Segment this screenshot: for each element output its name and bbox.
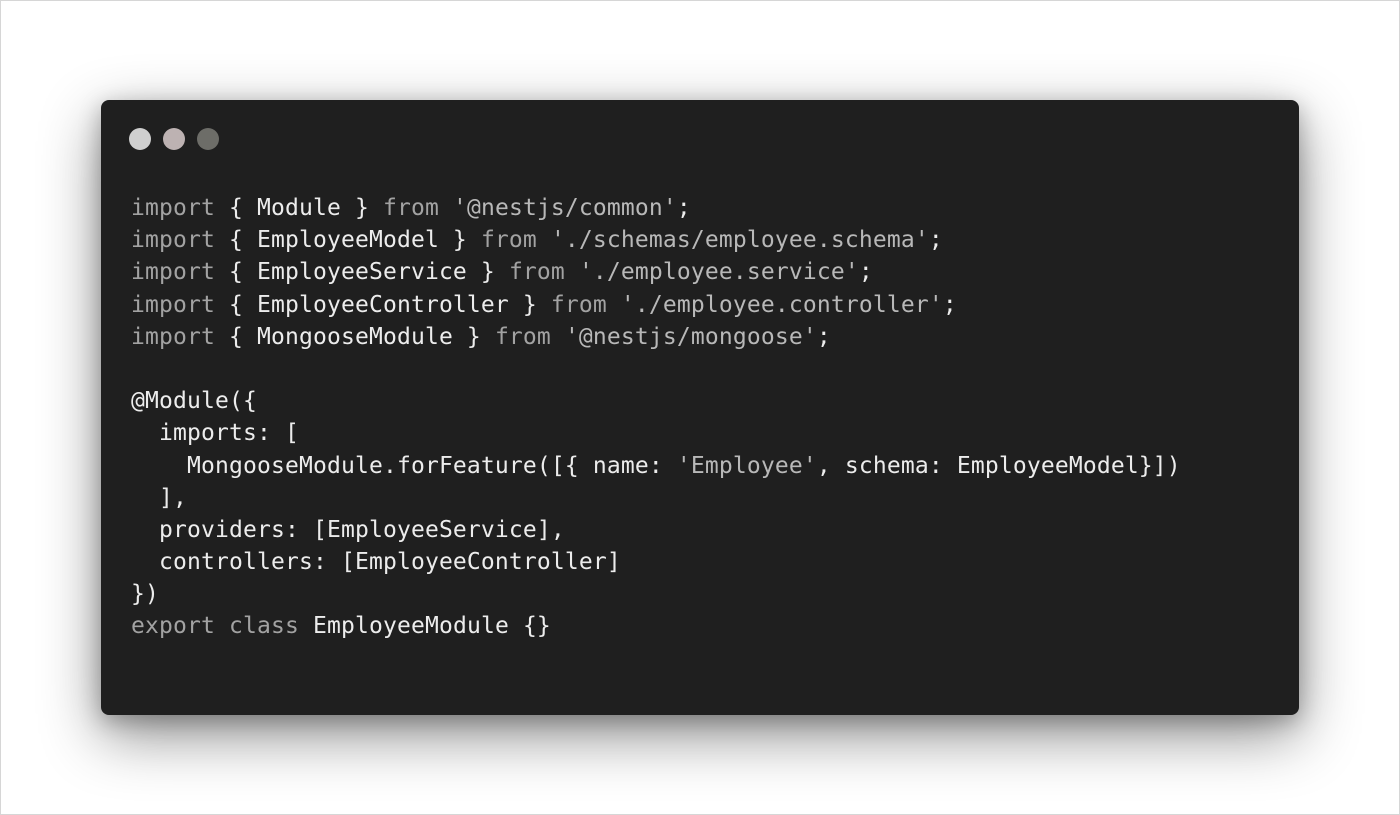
code-token-plain: }) (131, 581, 159, 608)
code-line: import { MongooseModule } from '@nestjs/… (131, 321, 1181, 353)
code-token-plain: { MongooseModule } (214, 323, 495, 350)
code-line: import { Module } from '@nestjs/common'; (131, 192, 1181, 224)
code-token-plain: ], (131, 484, 187, 511)
code-line: imports: [ (131, 417, 1181, 449)
code-line: controllers: [EmployeeController] (131, 546, 1181, 578)
code-token-plain: { EmployeeModel } (214, 227, 481, 254)
close-dot-icon (129, 128, 151, 150)
code-token-keyword: from (494, 323, 551, 350)
code-token-plain: @Module({ (131, 388, 257, 415)
code-token-plain: imports: [ (131, 420, 299, 447)
code-token-plain: controllers: [EmployeeController] (131, 549, 621, 576)
code-token-keyword: import (131, 259, 215, 286)
code-line: MongooseModule.forFeature([{ name: 'Empl… (131, 450, 1181, 482)
code-token-plain: { Module } (214, 195, 383, 221)
code-token-keyword: import (131, 291, 215, 318)
code-token-keyword: from (508, 259, 565, 286)
code-line: }) (131, 578, 1181, 610)
code-token-plain: MongooseModule.forFeature([{ name: (131, 452, 677, 479)
code-token-plain: { EmployeeService } (214, 259, 509, 286)
code-line: import { EmployeeModel } from './schemas… (131, 224, 1181, 256)
code-token-plain: ; (676, 195, 691, 221)
code-token-string: 'Employee' (676, 452, 817, 479)
code-token-plain: , schema: EmployeeModel}]) (816, 452, 1181, 479)
window-controls (129, 128, 219, 150)
code-token-string: './employee.controller' (620, 291, 943, 318)
code-token-keyword: import (131, 227, 215, 254)
code-token-keyword: import (131, 323, 215, 350)
code-block: import { Module } from '@nestjs/common';… (131, 192, 1181, 643)
code-token-string: './schemas/employee.schema' (550, 227, 929, 254)
code-token-plain: EmployeeModule {} (298, 613, 551, 640)
code-token-plain: ; (928, 227, 943, 254)
code-token-keyword: from (550, 291, 607, 318)
code-line: @Module({ (131, 385, 1181, 417)
code-token-keyword: export (131, 613, 215, 640)
code-token-plain: { EmployeeController } (214, 291, 551, 318)
code-token-keyword: from (382, 195, 439, 221)
code-token-string: '@nestjs/common' (452, 195, 677, 221)
code-token-plain: ; (942, 291, 957, 318)
minimize-dot-icon (163, 128, 185, 150)
code-token-keyword: import (131, 195, 215, 221)
code-token-plain: ; (858, 259, 873, 286)
code-token-string: './employee.service' (578, 259, 859, 286)
zoom-dot-icon (197, 128, 219, 150)
code-line: ], (131, 482, 1181, 514)
code-token-plain: ; (816, 323, 831, 350)
code-line: export class EmployeeModule {} (131, 610, 1181, 642)
code-token-keyword: from (480, 227, 537, 254)
code-token-plain: providers: [EmployeeService], (131, 516, 565, 543)
code-line: import { EmployeeController } from './em… (131, 289, 1181, 321)
code-line: import { EmployeeService } from './emplo… (131, 256, 1181, 288)
code-token-keyword: class (228, 613, 299, 640)
code-window: import { Module } from '@nestjs/common';… (101, 100, 1299, 715)
code-token-string: '@nestjs/mongoose' (564, 323, 817, 350)
code-line: providers: [EmployeeService], (131, 514, 1181, 546)
